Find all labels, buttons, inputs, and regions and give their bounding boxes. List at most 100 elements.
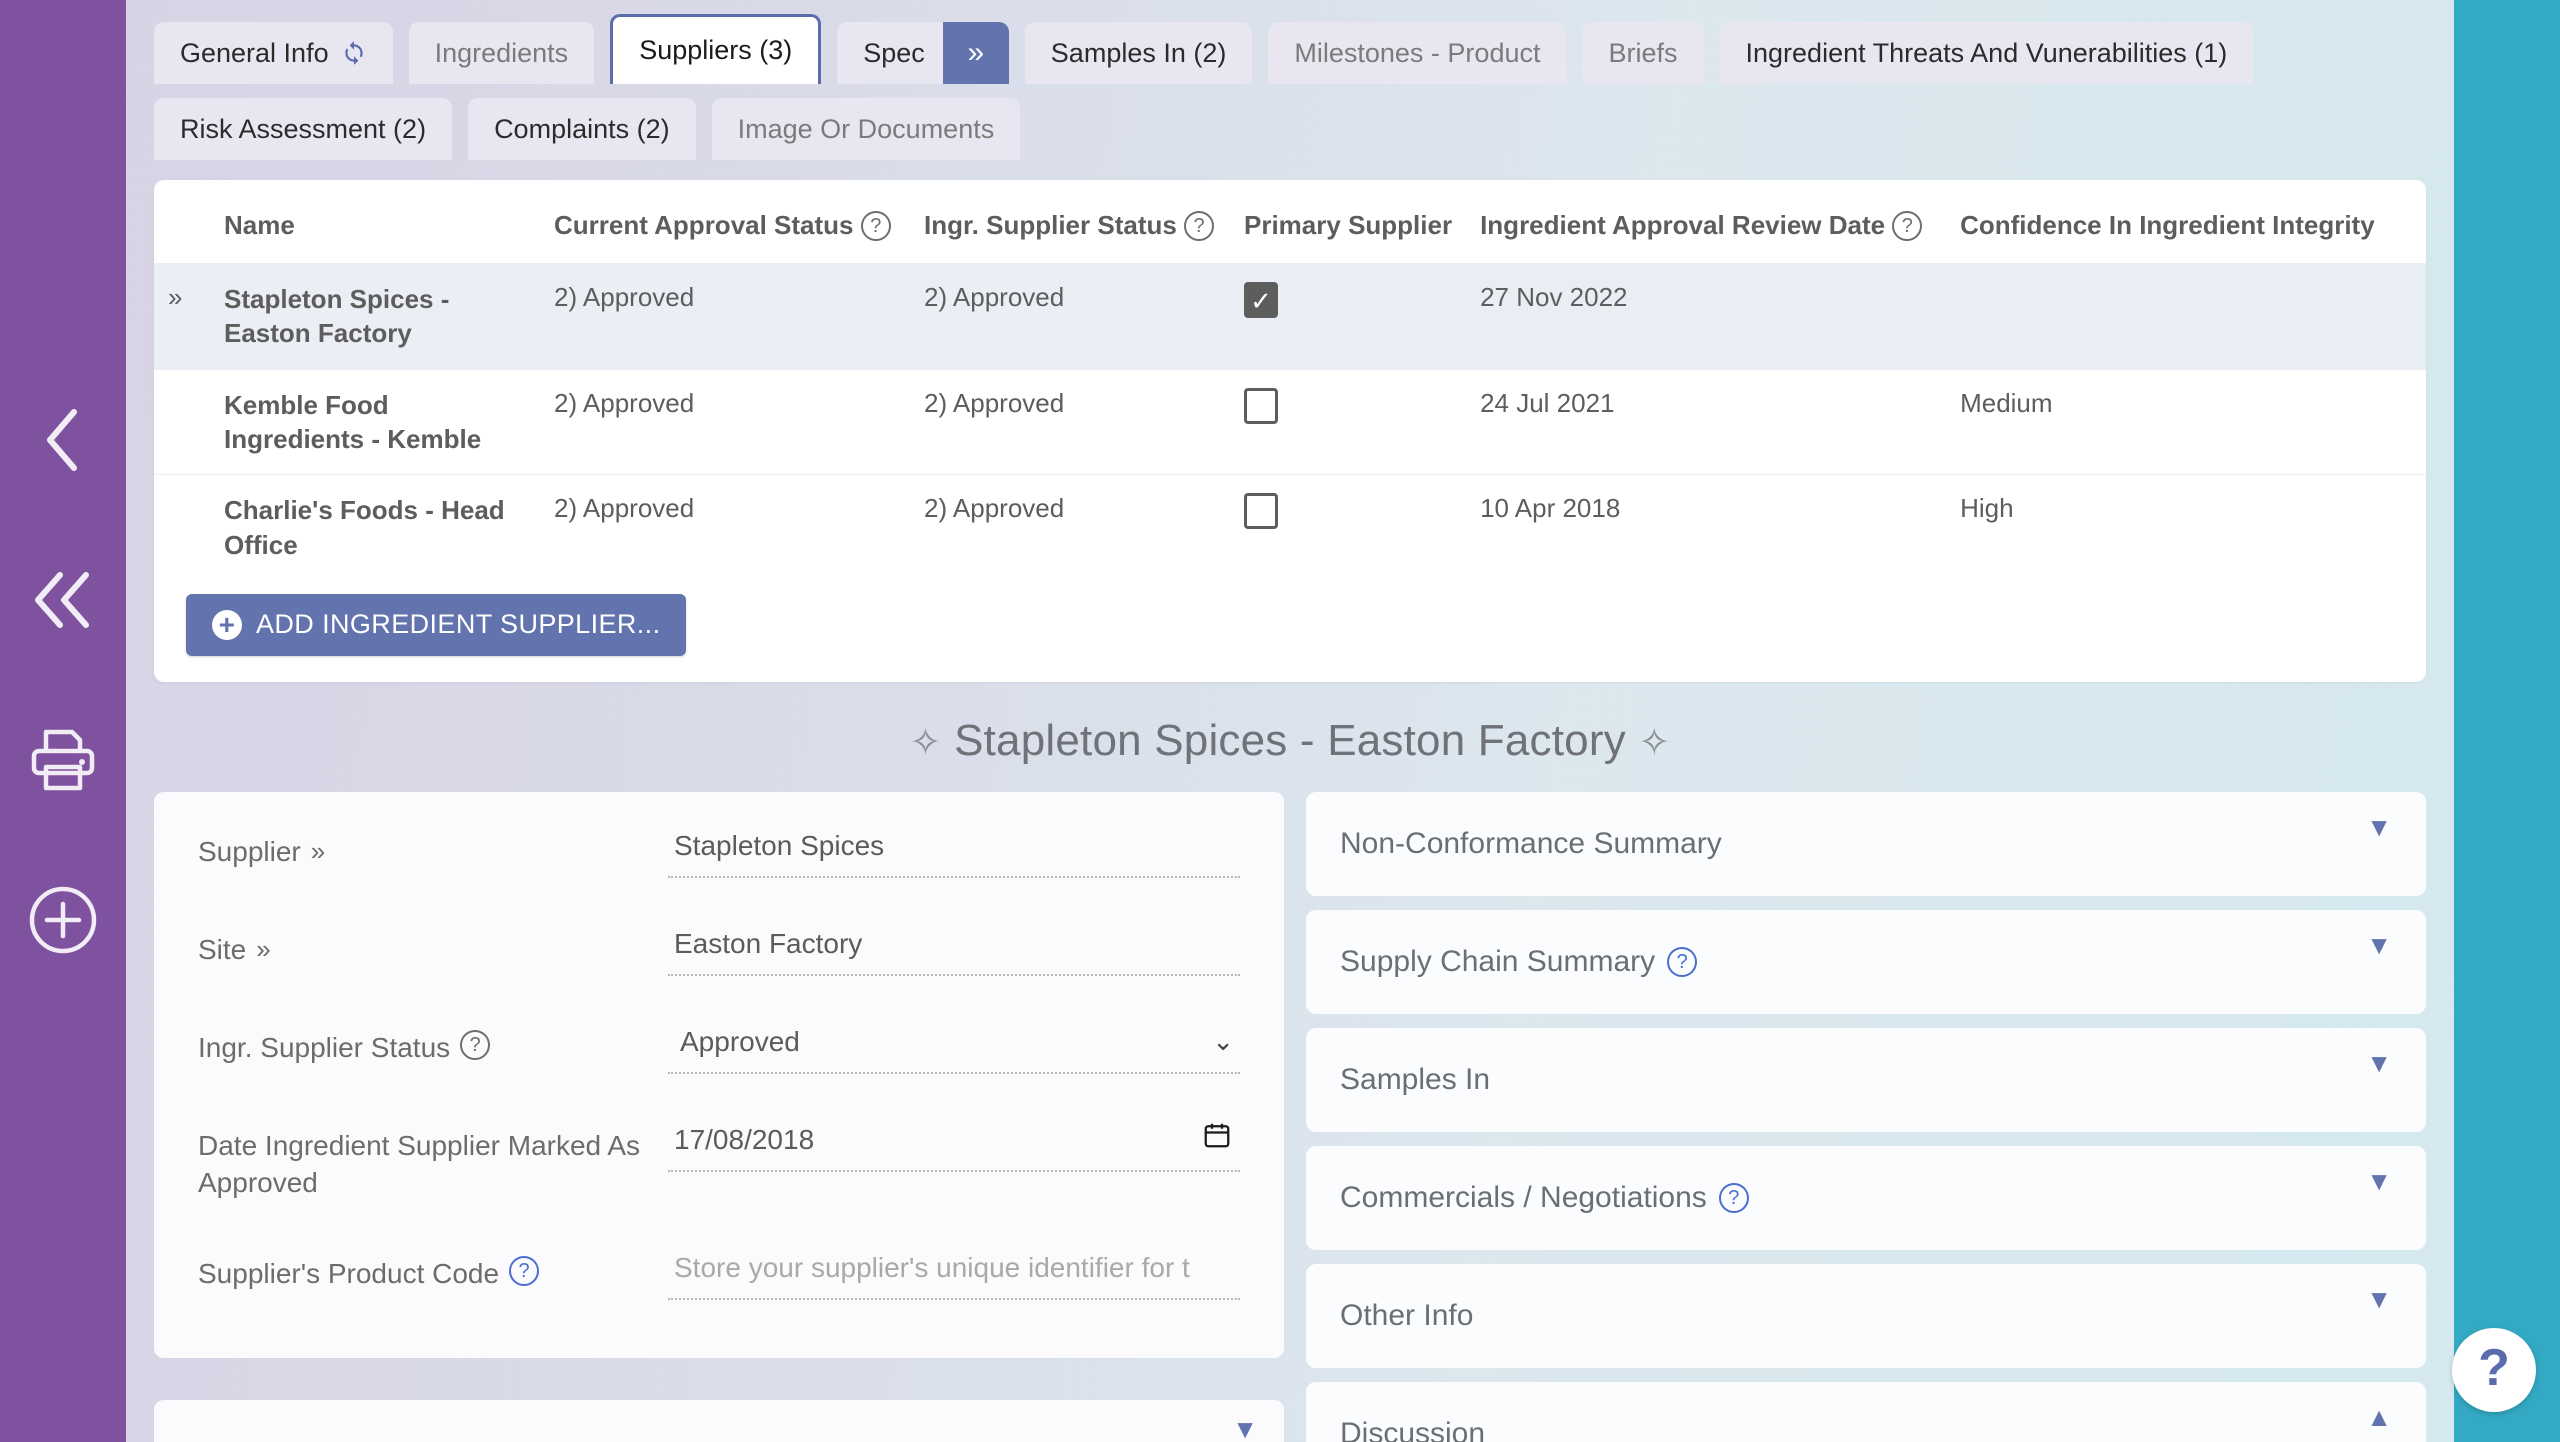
col-confidence[interactable]: Confidence In Ingredient Integrity — [1946, 180, 2426, 264]
row-expander[interactable] — [154, 368, 210, 475]
primary-supplier-checkbox[interactable]: ✓ — [1244, 282, 1278, 318]
col-name[interactable]: Name — [210, 180, 540, 264]
accordion-label: Samples In — [1340, 1062, 1491, 1096]
row-expander[interactable] — [154, 474, 210, 580]
tab-ingredients[interactable]: Ingredients — [408, 22, 595, 84]
cell-name: Charlie's Foods - Head Office — [210, 474, 540, 580]
tab-label: Ingredient Threats And Vunerabilities (1… — [1745, 37, 2228, 68]
tab-image-or-documents[interactable]: Image Or Documents — [711, 98, 1021, 160]
col-ingr-supplier-status[interactable]: Ingr. Supplier Status ? — [910, 180, 1230, 264]
field-control: Easton Factory — [668, 924, 1240, 976]
col-label: Ingredient Approval Review Date — [1480, 210, 1886, 240]
chevron-down-icon[interactable]: ▼ — [1232, 1414, 1258, 1442]
suppliers-product-code-input[interactable]: Store your supplier's unique identifier … — [668, 1248, 1240, 1300]
label-text: Date Ingredient Supplier Marked As Appro… — [198, 1129, 641, 1198]
table-row[interactable]: Kemble Food Ingredients - Kemble 2) Appr… — [154, 368, 2426, 475]
col-label: Ingr. Supplier Status — [924, 210, 1177, 240]
cell-name: Kemble Food Ingredients - Kemble — [210, 368, 540, 475]
tab-complaints[interactable]: Complaints (2) — [468, 98, 696, 160]
field-date-approved: Date Ingredient Supplier Marked As Appro… — [198, 1120, 1240, 1202]
help-icon[interactable]: ? — [1184, 211, 1215, 241]
field-label: Date Ingredient Supplier Marked As Appro… — [198, 1120, 668, 1202]
tab-risk-assessment[interactable]: Risk Assessment (2) — [154, 98, 453, 160]
cell-ingr-supplier-status: 2) Approved — [910, 368, 1230, 475]
tab-ingredient-threats[interactable]: Ingredient Threats And Vunerabilities (1… — [1719, 22, 2254, 84]
col-label: Primary Supplier — [1244, 210, 1453, 240]
accordion-samples-in[interactable]: Samples In ▼ — [1306, 1027, 2426, 1132]
accordion-title: Other Info — [1340, 1299, 1473, 1333]
primary-supplier-checkbox[interactable] — [1244, 387, 1278, 424]
ingr-supplier-status-select[interactable]: Approved ⌄ — [668, 1022, 1240, 1074]
primary-supplier-checkbox[interactable] — [1244, 493, 1278, 530]
table-row[interactable]: » Stapleton Spices - Easton Factory 2) A… — [154, 263, 2426, 370]
help-icon[interactable]: ? — [509, 1255, 540, 1286]
help-icon[interactable]: ? — [1892, 211, 1923, 241]
tab-spec[interactable]: Spec — [837, 22, 943, 84]
accordion-commercials-negotiations[interactable]: Commercials / Negotiations ? ▼ — [1306, 1145, 2426, 1250]
chevron-up-icon[interactable]: ▲ — [2366, 1402, 2392, 1433]
accordion-label: Non-Conformance Summary — [1340, 826, 1722, 860]
help-button[interactable]: ? — [2452, 1328, 2536, 1412]
accordion-title: Non-Conformance Summary — [1340, 827, 1722, 861]
suppliers-table: Name Current Approval Status ? Ingr. Sup… — [154, 180, 2426, 580]
chevron-down-icon[interactable]: ▼ — [2366, 1048, 2392, 1079]
site-input[interactable]: Easton Factory — [668, 924, 1240, 976]
col-review-date[interactable]: Ingredient Approval Review Date ? — [1466, 180, 1946, 264]
row-expander[interactable]: » — [154, 263, 210, 370]
add-ingredient-supplier-button[interactable]: + ADD INGREDIENT SUPPLIER... — [186, 593, 687, 656]
cell-review-date: 27 Nov 2022 — [1466, 263, 1947, 370]
table-row[interactable]: Charlie's Foods - Head Office 2) Approve… — [154, 474, 2426, 580]
chevron-left-icon[interactable] — [0, 360, 126, 520]
tab-suppliers[interactable]: Suppliers (3) — [610, 14, 822, 84]
plus-circle-icon[interactable] — [0, 840, 126, 1000]
field-control: 17/08/2018 — [668, 1120, 1240, 1172]
left-rail — [0, 0, 126, 1442]
chevron-down-icon[interactable]: ▼ — [2366, 812, 2392, 843]
help-icon[interactable]: ? — [460, 1029, 491, 1060]
tab-label: General Info — [180, 37, 329, 68]
field-control: Approved ⌄ — [668, 1022, 1240, 1074]
accordion-non-conformance-summary[interactable]: Non-Conformance Summary ▼ — [1306, 791, 2426, 896]
chevron-double-right-icon[interactable]: » — [256, 932, 270, 966]
cell-review-date: 10 Apr 2018 — [1466, 474, 1947, 580]
add-button-label: ADD INGREDIENT SUPPLIER... — [256, 609, 661, 640]
tab-label: Suppliers (3) — [639, 35, 793, 65]
bottom-partial-card[interactable]: ▼ — [154, 1400, 1284, 1442]
accordion-other-info[interactable]: Other Info ▼ — [1306, 1263, 2426, 1368]
printer-icon[interactable] — [0, 680, 126, 840]
chevron-down-icon[interactable]: ▼ — [2366, 1166, 2392, 1197]
accordion-supply-chain-summary[interactable]: Supply Chain Summary ? ▼ — [1306, 909, 2426, 1014]
cell-primary-supplier — [1230, 474, 1467, 580]
accordion-discussion[interactable]: Discussion ▲ — [1306, 1381, 2426, 1442]
chevron-down-icon[interactable]: ▼ — [2366, 930, 2392, 961]
supplier-form-card: Supplier » Stapleton Spices Site » Easto… — [154, 791, 1284, 1358]
help-icon[interactable]: ? — [860, 211, 891, 241]
chevron-down-icon[interactable]: ▼ — [2366, 1284, 2392, 1315]
tab-briefs[interactable]: Briefs — [1582, 22, 1704, 84]
field-label: Supplier's Product Code ? — [198, 1248, 668, 1293]
supplier-input[interactable]: Stapleton Spices — [668, 826, 1240, 878]
help-icon[interactable]: ? — [1718, 1182, 1749, 1213]
tab-milestones-product[interactable]: Milestones - Product — [1268, 22, 1567, 84]
chevron-double-right-icon[interactable]: » — [311, 834, 325, 868]
chevron-double-right-icon[interactable]: » — [942, 22, 1009, 84]
tab-samples-in[interactable]: Samples In (2) — [1024, 22, 1253, 84]
field-control: Store your supplier's unique identifier … — [668, 1248, 1240, 1300]
cell-current-approval-status: 2) Approved — [540, 368, 910, 475]
right-teal-band — [2454, 0, 2560, 1442]
field-suppliers-product-code: Supplier's Product Code ? Store your sup… — [198, 1248, 1240, 1300]
page-content: General Info Ingredients Suppliers (3) S… — [126, 0, 2454, 1442]
label-text: Supplier — [198, 835, 301, 867]
calendar-icon[interactable] — [1202, 1120, 1232, 1155]
date-approved-input[interactable]: 17/08/2018 — [668, 1120, 1240, 1172]
col-label: Current Approval Status — [554, 210, 854, 240]
label-text: Supplier's Product Code — [198, 1257, 500, 1289]
col-primary-supplier[interactable]: Primary Supplier — [1230, 180, 1466, 264]
refresh-icon[interactable] — [341, 40, 367, 66]
field-site: Site » Easton Factory — [198, 924, 1240, 976]
chevron-double-left-icon[interactable] — [0, 520, 126, 680]
help-icon[interactable]: ? — [1667, 946, 1698, 977]
col-current-approval-status[interactable]: Current Approval Status ? — [540, 180, 910, 264]
col-expander — [154, 180, 210, 264]
tab-general-info[interactable]: General Info — [154, 22, 393, 84]
